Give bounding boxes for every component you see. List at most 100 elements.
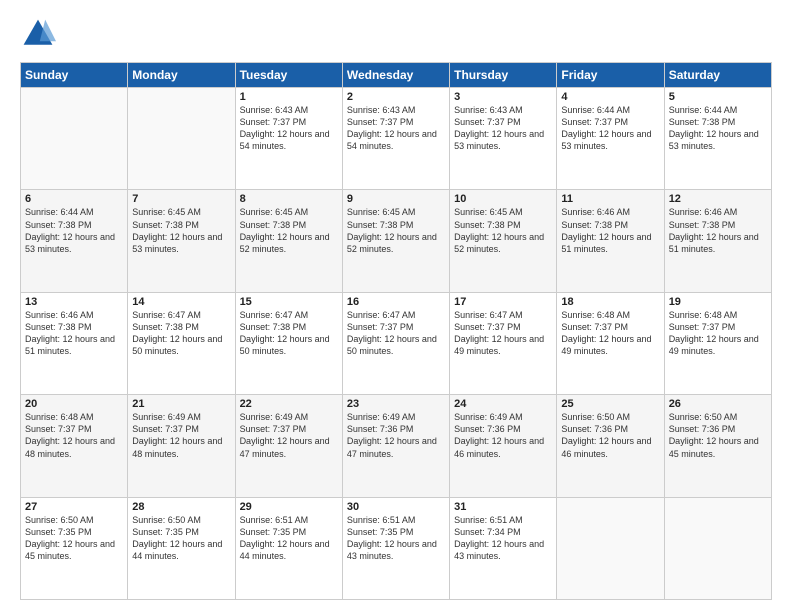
calendar-cell: 3Sunrise: 6:43 AMSunset: 7:37 PMDaylight… (450, 88, 557, 190)
day-info: Sunrise: 6:51 AMSunset: 7:35 PMDaylight:… (347, 514, 445, 563)
day-info: Sunrise: 6:45 AMSunset: 7:38 PMDaylight:… (454, 206, 552, 255)
day-number: 15 (240, 296, 338, 308)
day-number: 1 (240, 91, 338, 103)
calendar-cell: 28Sunrise: 6:50 AMSunset: 7:35 PMDayligh… (128, 497, 235, 599)
day-info: Sunrise: 6:47 AMSunset: 7:38 PMDaylight:… (240, 309, 338, 358)
day-number: 6 (25, 193, 123, 205)
calendar-cell: 6Sunrise: 6:44 AMSunset: 7:38 PMDaylight… (21, 190, 128, 292)
day-number: 28 (132, 501, 230, 513)
day-number: 8 (240, 193, 338, 205)
day-info: Sunrise: 6:43 AMSunset: 7:37 PMDaylight:… (240, 104, 338, 153)
column-header-saturday: Saturday (664, 63, 771, 88)
day-number: 16 (347, 296, 445, 308)
calendar-cell: 18Sunrise: 6:48 AMSunset: 7:37 PMDayligh… (557, 292, 664, 394)
calendar-cell: 5Sunrise: 6:44 AMSunset: 7:38 PMDaylight… (664, 88, 771, 190)
day-info: Sunrise: 6:48 AMSunset: 7:37 PMDaylight:… (669, 309, 767, 358)
day-info: Sunrise: 6:48 AMSunset: 7:37 PMDaylight:… (561, 309, 659, 358)
day-number: 10 (454, 193, 552, 205)
day-info: Sunrise: 6:46 AMSunset: 7:38 PMDaylight:… (561, 206, 659, 255)
day-info: Sunrise: 6:45 AMSunset: 7:38 PMDaylight:… (240, 206, 338, 255)
day-number: 31 (454, 501, 552, 513)
day-info: Sunrise: 6:47 AMSunset: 7:38 PMDaylight:… (132, 309, 230, 358)
day-info: Sunrise: 6:49 AMSunset: 7:37 PMDaylight:… (240, 411, 338, 460)
header (20, 16, 772, 52)
calendar-week-3: 13Sunrise: 6:46 AMSunset: 7:38 PMDayligh… (21, 292, 772, 394)
day-number: 17 (454, 296, 552, 308)
calendar-cell: 24Sunrise: 6:49 AMSunset: 7:36 PMDayligh… (450, 395, 557, 497)
day-number: 21 (132, 398, 230, 410)
day-info: Sunrise: 6:47 AMSunset: 7:37 PMDaylight:… (454, 309, 552, 358)
day-info: Sunrise: 6:48 AMSunset: 7:37 PMDaylight:… (25, 411, 123, 460)
column-header-thursday: Thursday (450, 63, 557, 88)
calendar-cell: 21Sunrise: 6:49 AMSunset: 7:37 PMDayligh… (128, 395, 235, 497)
calendar-cell (557, 497, 664, 599)
calendar-week-2: 6Sunrise: 6:44 AMSunset: 7:38 PMDaylight… (21, 190, 772, 292)
day-number: 24 (454, 398, 552, 410)
calendar-cell: 16Sunrise: 6:47 AMSunset: 7:37 PMDayligh… (342, 292, 449, 394)
day-number: 25 (561, 398, 659, 410)
calendar-cell: 9Sunrise: 6:45 AMSunset: 7:38 PMDaylight… (342, 190, 449, 292)
day-info: Sunrise: 6:47 AMSunset: 7:37 PMDaylight:… (347, 309, 445, 358)
calendar-week-5: 27Sunrise: 6:50 AMSunset: 7:35 PMDayligh… (21, 497, 772, 599)
day-number: 3 (454, 91, 552, 103)
day-info: Sunrise: 6:51 AMSunset: 7:35 PMDaylight:… (240, 514, 338, 563)
day-info: Sunrise: 6:50 AMSunset: 7:36 PMDaylight:… (669, 411, 767, 460)
calendar-cell (664, 497, 771, 599)
calendar-cell: 25Sunrise: 6:50 AMSunset: 7:36 PMDayligh… (557, 395, 664, 497)
calendar-cell: 8Sunrise: 6:45 AMSunset: 7:38 PMDaylight… (235, 190, 342, 292)
day-info: Sunrise: 6:49 AMSunset: 7:36 PMDaylight:… (454, 411, 552, 460)
calendar-cell (128, 88, 235, 190)
page: SundayMondayTuesdayWednesdayThursdayFrid… (0, 0, 792, 612)
day-info: Sunrise: 6:44 AMSunset: 7:38 PMDaylight:… (25, 206, 123, 255)
day-info: Sunrise: 6:49 AMSunset: 7:37 PMDaylight:… (132, 411, 230, 460)
day-info: Sunrise: 6:46 AMSunset: 7:38 PMDaylight:… (25, 309, 123, 358)
day-info: Sunrise: 6:45 AMSunset: 7:38 PMDaylight:… (132, 206, 230, 255)
day-info: Sunrise: 6:46 AMSunset: 7:38 PMDaylight:… (669, 206, 767, 255)
calendar-cell: 19Sunrise: 6:48 AMSunset: 7:37 PMDayligh… (664, 292, 771, 394)
column-header-monday: Monday (128, 63, 235, 88)
day-number: 18 (561, 296, 659, 308)
day-number: 19 (669, 296, 767, 308)
day-info: Sunrise: 6:50 AMSunset: 7:35 PMDaylight:… (132, 514, 230, 563)
calendar-cell: 23Sunrise: 6:49 AMSunset: 7:36 PMDayligh… (342, 395, 449, 497)
calendar-cell: 20Sunrise: 6:48 AMSunset: 7:37 PMDayligh… (21, 395, 128, 497)
calendar-cell: 17Sunrise: 6:47 AMSunset: 7:37 PMDayligh… (450, 292, 557, 394)
day-number: 20 (25, 398, 123, 410)
day-number: 26 (669, 398, 767, 410)
calendar-cell: 30Sunrise: 6:51 AMSunset: 7:35 PMDayligh… (342, 497, 449, 599)
column-header-friday: Friday (557, 63, 664, 88)
calendar-header-row: SundayMondayTuesdayWednesdayThursdayFrid… (21, 63, 772, 88)
day-info: Sunrise: 6:43 AMSunset: 7:37 PMDaylight:… (454, 104, 552, 153)
day-info: Sunrise: 6:45 AMSunset: 7:38 PMDaylight:… (347, 206, 445, 255)
calendar-cell (21, 88, 128, 190)
day-number: 4 (561, 91, 659, 103)
day-number: 29 (240, 501, 338, 513)
day-number: 13 (25, 296, 123, 308)
column-header-tuesday: Tuesday (235, 63, 342, 88)
column-header-sunday: Sunday (21, 63, 128, 88)
calendar-cell: 10Sunrise: 6:45 AMSunset: 7:38 PMDayligh… (450, 190, 557, 292)
calendar-week-1: 1Sunrise: 6:43 AMSunset: 7:37 PMDaylight… (21, 88, 772, 190)
calendar-cell: 12Sunrise: 6:46 AMSunset: 7:38 PMDayligh… (664, 190, 771, 292)
calendar-cell: 4Sunrise: 6:44 AMSunset: 7:37 PMDaylight… (557, 88, 664, 190)
calendar-cell: 29Sunrise: 6:51 AMSunset: 7:35 PMDayligh… (235, 497, 342, 599)
calendar-table: SundayMondayTuesdayWednesdayThursdayFrid… (20, 62, 772, 600)
day-number: 7 (132, 193, 230, 205)
day-info: Sunrise: 6:44 AMSunset: 7:37 PMDaylight:… (561, 104, 659, 153)
day-info: Sunrise: 6:50 AMSunset: 7:35 PMDaylight:… (25, 514, 123, 563)
calendar-cell: 27Sunrise: 6:50 AMSunset: 7:35 PMDayligh… (21, 497, 128, 599)
day-number: 2 (347, 91, 445, 103)
calendar-cell: 15Sunrise: 6:47 AMSunset: 7:38 PMDayligh… (235, 292, 342, 394)
day-info: Sunrise: 6:49 AMSunset: 7:36 PMDaylight:… (347, 411, 445, 460)
calendar-cell: 22Sunrise: 6:49 AMSunset: 7:37 PMDayligh… (235, 395, 342, 497)
day-number: 30 (347, 501, 445, 513)
day-info: Sunrise: 6:43 AMSunset: 7:37 PMDaylight:… (347, 104, 445, 153)
day-number: 23 (347, 398, 445, 410)
logo-icon (20, 16, 56, 52)
day-number: 27 (25, 501, 123, 513)
day-number: 14 (132, 296, 230, 308)
day-number: 12 (669, 193, 767, 205)
column-header-wednesday: Wednesday (342, 63, 449, 88)
calendar-cell: 2Sunrise: 6:43 AMSunset: 7:37 PMDaylight… (342, 88, 449, 190)
calendar-cell: 7Sunrise: 6:45 AMSunset: 7:38 PMDaylight… (128, 190, 235, 292)
